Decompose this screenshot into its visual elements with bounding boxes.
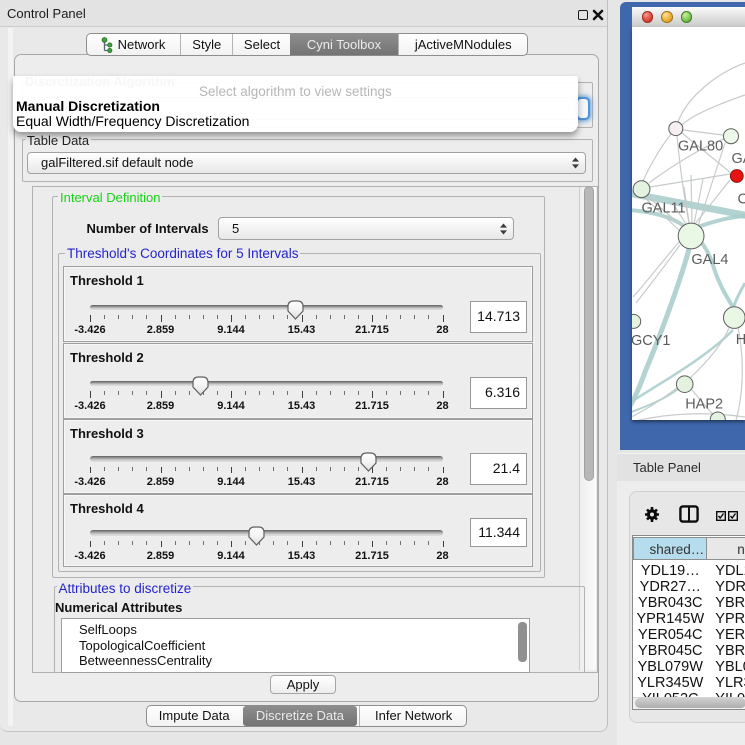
svg-text:HAP2: HAP2	[685, 397, 723, 413]
svg-text:GCY1: GCY1	[632, 333, 671, 349]
svg-text:HAP2: HAP2	[736, 332, 745, 348]
svg-text:GAL80: GAL80	[678, 139, 723, 155]
svg-text:CDC: CDC	[738, 192, 745, 208]
svg-text:GAL2: GAL2	[732, 151, 745, 167]
svg-text:GAL11: GAL11	[642, 201, 686, 217]
svg-text:GAL4: GAL4	[691, 252, 728, 268]
